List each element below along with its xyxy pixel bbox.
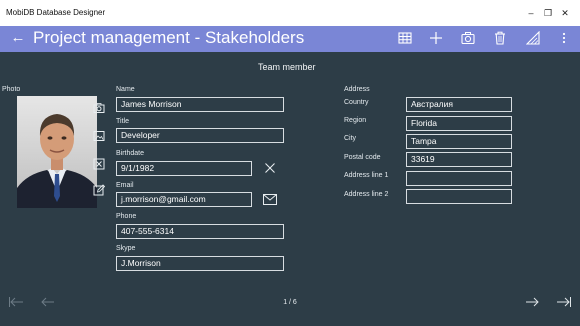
record-pager: 1 / 6	[283, 299, 297, 306]
photo-label: Photo	[2, 86, 21, 93]
mail-icon	[263, 194, 277, 205]
page-title: Project management - Stakeholders	[33, 28, 305, 47]
birthdate-label: Birthdate	[116, 150, 145, 157]
image-icon	[93, 131, 105, 141]
add-icon	[430, 32, 442, 44]
address-section-label: Address	[344, 86, 370, 93]
back-button[interactable]: ←	[8, 29, 28, 49]
email-field[interactable]: j.morrison@gmail.com	[116, 192, 252, 207]
camera-icon	[461, 32, 475, 45]
table-view-button[interactable]	[396, 30, 414, 48]
country-label: Country	[344, 99, 369, 106]
next-record-button[interactable]	[524, 296, 540, 308]
phone-label: Phone	[116, 213, 137, 220]
title-field[interactable]: Developer	[116, 128, 284, 143]
last-arrow-icon	[557, 297, 571, 307]
postal-code-label: Postal code	[344, 154, 381, 161]
camera-icon	[93, 103, 105, 113]
postal-code-field[interactable]: 33619	[406, 152, 512, 167]
edit-icon	[93, 184, 105, 196]
city-field[interactable]: Tampa	[406, 134, 512, 149]
table-icon	[398, 32, 412, 44]
name-field[interactable]: James Morrison	[116, 97, 284, 112]
window-title: MobiDB Database Designer	[6, 8, 106, 17]
add-button[interactable]	[427, 30, 445, 48]
chart-button[interactable]	[524, 30, 542, 48]
send-email-button[interactable]	[263, 194, 277, 206]
photo-clear-button[interactable]	[93, 158, 105, 170]
name-label: Name	[116, 86, 135, 93]
region-label: Region	[344, 117, 367, 124]
last-record-button[interactable]	[556, 296, 572, 308]
birthdate-field[interactable]: 9/1/1982	[116, 161, 252, 176]
city-label: City	[344, 135, 357, 142]
previous-record-button[interactable]	[40, 296, 56, 308]
close-icon	[265, 163, 275, 173]
photo-gallery-button[interactable]	[93, 130, 105, 142]
camera-button[interactable]	[459, 30, 477, 48]
phone-field[interactable]: 407-555-6314	[116, 224, 284, 239]
title-label: Title	[116, 118, 129, 125]
close-window-button[interactable]: ✕	[552, 4, 578, 22]
window-titlebar: MobiDB Database Designer – ❐ ✕	[0, 0, 580, 26]
photo-edit-button[interactable]	[93, 184, 105, 196]
delete-button[interactable]	[491, 30, 509, 48]
portrait-image	[17, 96, 97, 208]
email-label: Email	[116, 182, 134, 189]
section-title: Team member	[258, 62, 316, 72]
member-photo[interactable]	[17, 96, 97, 208]
previous-arrow-icon	[41, 297, 54, 307]
more-button[interactable]	[555, 30, 573, 48]
chart-icon	[526, 31, 540, 45]
country-field[interactable]: Австралия	[406, 97, 512, 112]
address-line2-label: Address line 2	[344, 191, 389, 198]
more-icon	[562, 32, 566, 44]
address-line1-label: Address line 1	[344, 172, 389, 179]
delete-icon	[495, 31, 505, 45]
back-arrow-icon: ←	[10, 29, 26, 46]
skype-field[interactable]: J.Morrison	[116, 256, 284, 271]
photo-camera-button[interactable]	[93, 102, 105, 114]
clear-birthdate-button[interactable]	[264, 162, 278, 174]
skype-label: Skype	[116, 245, 136, 252]
address-line1-field[interactable]	[406, 171, 512, 186]
next-arrow-icon	[526, 297, 539, 307]
region-field[interactable]: Florida	[406, 116, 512, 131]
clear-icon	[93, 158, 105, 170]
address-line2-field[interactable]	[406, 189, 512, 204]
first-record-button[interactable]	[8, 296, 24, 308]
first-arrow-icon	[9, 297, 23, 307]
app-bar: ← Project management - Stakeholders	[0, 26, 580, 52]
